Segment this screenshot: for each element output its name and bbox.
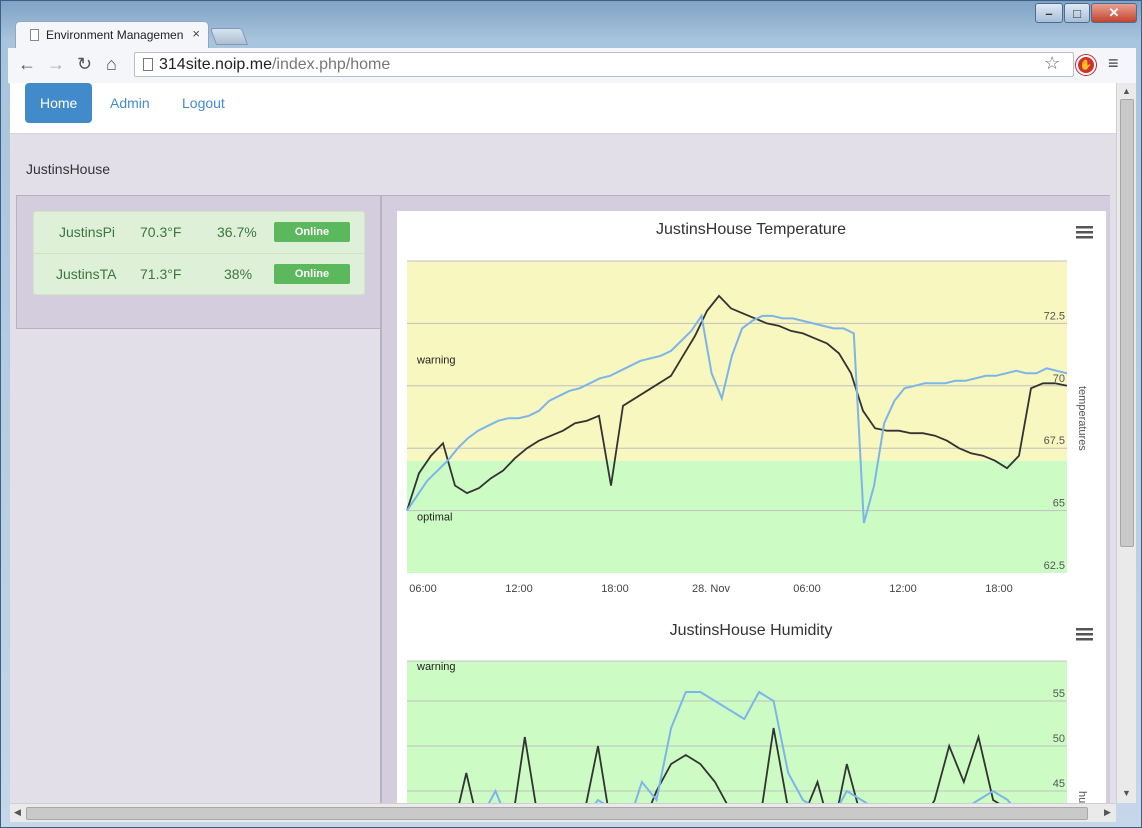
- extension-icon[interactable]: ✋: [1076, 55, 1096, 75]
- browser-toolbar: ← → ↻ ⌂ 314site.noip.me/index.php/home ☆…: [8, 48, 1136, 84]
- device-humidity: 36.7%: [217, 224, 257, 240]
- horizontal-scrollbar[interactable]: ◀ ▶: [10, 803, 1116, 822]
- device-temp: 71.3°F: [140, 266, 182, 282]
- y-tick-label: 67.5: [1044, 435, 1065, 447]
- device-name: JustinsTA: [56, 266, 117, 282]
- browser-tab[interactable]: Environment Managemen ×: [15, 21, 209, 49]
- horizontal-scroll-thumb[interactable]: [26, 807, 1088, 820]
- minimize-button[interactable]: –: [1035, 3, 1063, 23]
- close-tab-icon[interactable]: ×: [192, 26, 200, 41]
- nav-admin[interactable]: Admin: [95, 83, 165, 123]
- optimal-band: [407, 460, 1067, 573]
- warning-band: [407, 261, 1067, 461]
- y-tick-label: 62.5: [1044, 560, 1065, 572]
- page-icon: [30, 29, 39, 41]
- x-tick-label: 12:00: [889, 583, 917, 595]
- charts-svg: JustinsHouse Temperature warning optimal 62…: [406, 221, 1093, 803]
- nav-logout[interactable]: Logout: [167, 83, 240, 123]
- bookmark-star-icon[interactable]: ☆: [1044, 53, 1060, 74]
- new-tab-button[interactable]: [209, 28, 249, 45]
- x-tick-label: 18:00: [601, 583, 629, 595]
- list-item[interactable]: JustinsTA 71.3°F 38% Online: [34, 253, 364, 295]
- tab-title: Environment Managemen: [46, 28, 184, 42]
- list-item[interactable]: JustinsPi 70.3°F 36.7% Online: [34, 212, 364, 253]
- vertical-scrollbar[interactable]: ▲ ▼: [1116, 83, 1136, 803]
- nav-home[interactable]: Home: [25, 83, 93, 123]
- x-tick-label: 28. Nov: [692, 583, 730, 595]
- x-tick-label: 06:00: [793, 583, 821, 595]
- status-badge: Online: [274, 222, 350, 242]
- y-tick-label: 45: [1053, 778, 1065, 790]
- chart-menu-icon: [1076, 231, 1093, 234]
- warning-band: [407, 661, 1067, 803]
- device-humidity: 38%: [224, 266, 253, 282]
- menu-icon[interactable]: ≡: [1108, 53, 1119, 74]
- scroll-down-icon[interactable]: ▼: [1122, 788, 1131, 798]
- y-axis-label: temperatures: [1076, 386, 1088, 451]
- y-tick-label: 50: [1053, 733, 1065, 745]
- y-axis-label: hu: [1076, 791, 1088, 803]
- status-badge: Online: [274, 264, 350, 284]
- x-tick-label: 06:00: [409, 583, 437, 595]
- browser-window: – □ ✕ Environment Managemen × ← → ↻ ⌂ 31…: [0, 0, 1142, 828]
- chart-menu-icon: [1076, 638, 1093, 641]
- page-icon: [143, 58, 153, 71]
- url-text[interactable]: 314site.noip.me/index.php/home: [159, 56, 390, 74]
- vertical-scroll-thumb[interactable]: [1120, 99, 1134, 547]
- home-icon[interactable]: ⌂: [106, 54, 117, 75]
- page-viewport: Home Admin Logout JustinsHouse JustinsPi…: [10, 83, 1116, 803]
- scroll-up-icon[interactable]: ▲: [1122, 86, 1131, 96]
- device-name: JustinsPi: [59, 224, 116, 240]
- band-label: warning: [416, 661, 456, 673]
- forward-arrow-icon[interactable]: →: [47, 54, 65, 75]
- device-list: JustinsPi 70.3°F 36.7% Online JustinsTA …: [33, 211, 365, 295]
- device-panel: JustinsPi 70.3°F 36.7% Online JustinsTA …: [16, 195, 381, 329]
- back-arrow-icon[interactable]: ←: [18, 54, 36, 75]
- band-label: warning: [416, 354, 456, 366]
- chart-menu-icon: [1076, 628, 1093, 631]
- maximize-button[interactable]: □: [1064, 3, 1090, 23]
- address-bar[interactable]: 314site.noip.me/index.php/home: [134, 52, 1074, 77]
- site-navbar: Home Admin Logout: [10, 83, 1116, 134]
- chart-menu-icon: [1076, 226, 1093, 229]
- scroll-left-icon[interactable]: ◀: [14, 807, 21, 818]
- chart-container: JustinsHouse Temperature warning optimal 62…: [397, 211, 1106, 803]
- chart-menu-icon: [1076, 236, 1093, 239]
- scroll-right-icon[interactable]: ▶: [1104, 807, 1111, 818]
- device-temp: 70.3°F: [140, 224, 182, 240]
- reload-icon[interactable]: ↻: [77, 54, 92, 75]
- chart-menu-icon: [1076, 633, 1093, 636]
- y-tick-label: 72.5: [1044, 310, 1065, 322]
- x-tick-label: 12:00: [505, 583, 533, 595]
- chart-title: JustinsHouse Humidity: [670, 622, 833, 639]
- x-tick-label: 18:00: [985, 583, 1013, 595]
- y-tick-label: 55: [1053, 688, 1065, 700]
- page-title: JustinsHouse: [26, 161, 111, 177]
- chart-title: JustinsHouse Temperature: [656, 221, 846, 238]
- band-label: optimal: [417, 512, 452, 524]
- close-window-button[interactable]: ✕: [1091, 3, 1137, 23]
- y-tick-label: 65: [1053, 498, 1065, 510]
